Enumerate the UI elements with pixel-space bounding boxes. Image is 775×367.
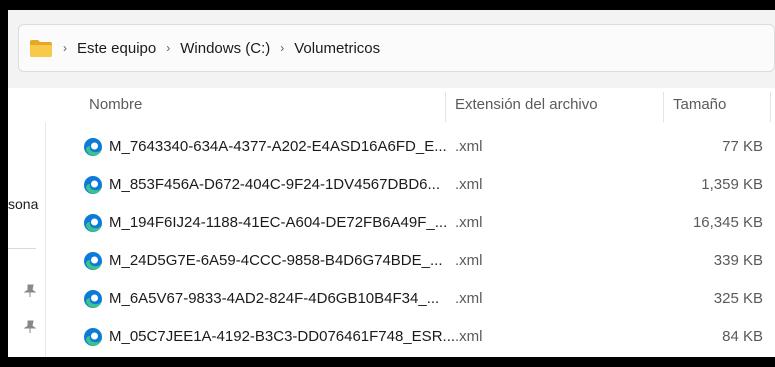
file-name: M_05C7JEE1A-4192-B3C3-DD076461F748_ESR..… bbox=[109, 328, 456, 345]
breadcrumb-este-equipo[interactable]: Este equipo bbox=[77, 40, 156, 57]
column-header-extension[interactable]: Extensión del archivo bbox=[455, 88, 598, 122]
edge-icon bbox=[83, 213, 103, 233]
file-name: M_24D5G7E-6A59-4CCC-9858-B4D6G74BDE_... bbox=[109, 252, 443, 269]
pin-icon[interactable] bbox=[23, 320, 37, 337]
edge-icon bbox=[83, 137, 103, 157]
file-row[interactable]: M_05C7JEE1A-4192-B3C3-DD076461F748_ESR..… bbox=[45, 318, 775, 356]
column-divider[interactable] bbox=[770, 92, 771, 122]
file-extension: .xml bbox=[455, 138, 483, 155]
file-size: 84 KB bbox=[722, 328, 763, 345]
chevron-right-icon: › bbox=[63, 41, 67, 55]
breadcrumb-windows-c[interactable]: Windows (C:) bbox=[180, 40, 270, 57]
file-name: M_194F6IJ24-1188-41EC-A604-DE72FB6A49F_.… bbox=[109, 214, 448, 231]
file-size: 1,359 KB bbox=[701, 176, 763, 193]
folder-icon bbox=[29, 38, 53, 58]
nav-divider bbox=[8, 248, 36, 249]
pin-icon[interactable] bbox=[23, 284, 37, 301]
edge-icon bbox=[83, 251, 103, 271]
file-name: M_853F456A-D672-404C-9F24-1DV4567DBD6... bbox=[109, 176, 441, 193]
column-divider[interactable] bbox=[445, 92, 446, 122]
file-size: 325 KB bbox=[713, 290, 763, 307]
chevron-right-icon[interactable]: › bbox=[166, 41, 170, 55]
chevron-right-icon[interactable]: › bbox=[280, 41, 284, 55]
file-extension: .xml bbox=[455, 290, 483, 307]
file-explorer-window: › Este equipo › Windows (C:) › Volumetri… bbox=[8, 10, 775, 357]
column-header-name[interactable]: Nombre bbox=[89, 88, 142, 122]
file-row[interactable]: M_194F6IJ24-1188-41EC-A604-DE72FB6A49F_.… bbox=[45, 204, 775, 242]
file-row[interactable]: M_853F456A-D672-404C-9F24-1DV4567DBD6...… bbox=[45, 166, 775, 204]
edge-icon bbox=[83, 175, 103, 195]
file-list: M_7643340-634A-4377-A202-E4ASD16A6FD_E..… bbox=[45, 128, 775, 356]
file-extension: .xml bbox=[455, 328, 483, 345]
file-row[interactable]: M_24D5G7E-6A59-4CCC-9858-B4D6G74BDE_... … bbox=[45, 242, 775, 280]
column-header-size[interactable]: Tamaño bbox=[673, 88, 726, 122]
file-name: M_6A5V67-9833-4AD2-824F-4D6GB10B4F34_... bbox=[109, 290, 440, 307]
file-size: 77 KB bbox=[722, 138, 763, 155]
address-area: › Este equipo › Windows (C:) › Volumetri… bbox=[8, 10, 775, 89]
edge-icon bbox=[83, 327, 103, 347]
file-row[interactable]: M_6A5V67-9833-4AD2-824F-4D6GB10B4F34_...… bbox=[45, 280, 775, 318]
file-extension: .xml bbox=[455, 214, 483, 231]
file-extension: .xml bbox=[455, 176, 483, 193]
file-extension: .xml bbox=[455, 252, 483, 269]
file-name: M_7643340-634A-4377-A202-E4ASD16A6FD_E..… bbox=[109, 138, 447, 155]
file-size: 339 KB bbox=[713, 252, 763, 269]
address-bar[interactable]: › Este equipo › Windows (C:) › Volumetri… bbox=[18, 24, 775, 72]
breadcrumb-volumetricos[interactable]: Volumetricos bbox=[294, 40, 380, 57]
column-divider[interactable] bbox=[663, 92, 664, 122]
file-size: 16,345 KB bbox=[692, 214, 763, 231]
edge-icon bbox=[83, 289, 103, 309]
navigation-pane: sona bbox=[8, 88, 46, 357]
nav-item-partial[interactable]: sona bbox=[8, 196, 38, 212]
file-row[interactable]: M_7643340-634A-4377-A202-E4ASD16A6FD_E..… bbox=[45, 128, 775, 166]
column-header: Nombre Extensión del archivo Tamaño bbox=[45, 88, 775, 122]
